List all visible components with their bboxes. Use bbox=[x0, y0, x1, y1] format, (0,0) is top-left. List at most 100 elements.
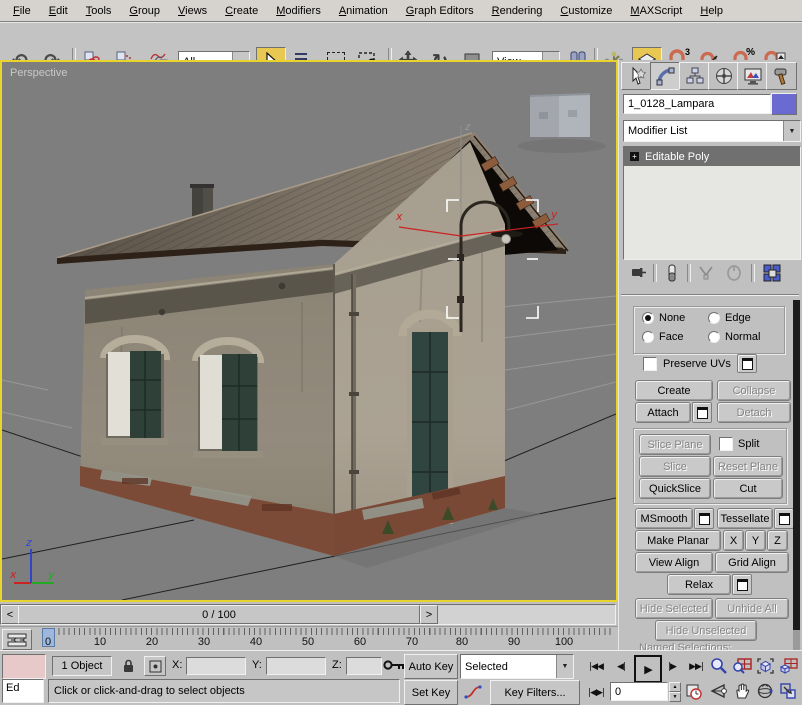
menu-animation[interactable]: Animation bbox=[330, 3, 397, 19]
tab-motion[interactable] bbox=[708, 62, 739, 90]
radio-normal-dot[interactable] bbox=[708, 331, 720, 343]
slice-button[interactable]: Slice bbox=[639, 456, 711, 477]
play-button[interactable]: ▶ bbox=[634, 655, 662, 683]
preserve-uvs-settings-button[interactable] bbox=[737, 354, 757, 373]
menu-rendering[interactable]: Rendering bbox=[483, 3, 552, 19]
radio-face-dot[interactable] bbox=[642, 331, 654, 343]
field-of-view-button[interactable] bbox=[708, 679, 730, 703]
object-color-swatch[interactable] bbox=[771, 93, 797, 115]
go-to-start-button[interactable]: |◀◀ bbox=[584, 658, 608, 676]
menu-group[interactable]: Group bbox=[120, 3, 169, 19]
track-bar-ruler[interactable]: 0 10 20 30 40 50 60 70 80 90 100 bbox=[34, 628, 614, 650]
set-keys-button[interactable] bbox=[382, 653, 406, 677]
dropdown-arrow-icon[interactable]: ▼ bbox=[783, 121, 800, 141]
tab-hierarchy[interactable] bbox=[679, 62, 710, 90]
zoom-button[interactable] bbox=[708, 654, 730, 678]
previous-frame-button[interactable]: ◀| bbox=[611, 658, 631, 676]
quickslice-button[interactable]: QuickSlice bbox=[639, 478, 711, 499]
x-coord-field[interactable] bbox=[186, 657, 246, 675]
show-end-result-button[interactable] bbox=[661, 262, 683, 284]
relax-settings-button[interactable] bbox=[732, 574, 752, 595]
cut-button[interactable]: Cut bbox=[713, 478, 783, 499]
make-planar-y-button[interactable]: Y bbox=[745, 530, 766, 551]
zoom-all-button[interactable] bbox=[731, 654, 753, 678]
spinner-down-icon[interactable]: ▼ bbox=[669, 692, 681, 702]
zoom-extents-button[interactable] bbox=[754, 654, 776, 678]
default-tangents-button[interactable] bbox=[460, 680, 486, 703]
radio-normal[interactable]: Normal bbox=[708, 331, 760, 343]
view-align-button[interactable]: View Align bbox=[635, 552, 713, 573]
window-left-2[interactable] bbox=[193, 341, 263, 458]
msmooth-settings-button[interactable] bbox=[694, 508, 714, 529]
selection-set-dropdown[interactable]: Selected ▼ bbox=[460, 654, 574, 679]
arc-rotate-button[interactable] bbox=[754, 679, 776, 703]
modifier-stack[interactable]: + Editable Poly bbox=[623, 146, 801, 260]
hide-selected-button[interactable]: Hide Selected bbox=[635, 598, 713, 619]
maxscript-listener-pane[interactable]: Ed bbox=[2, 679, 44, 703]
z-coord-field[interactable] bbox=[346, 657, 382, 675]
absolute-offset-toggle[interactable] bbox=[144, 656, 166, 676]
menu-edit[interactable]: Edit bbox=[40, 3, 77, 19]
tab-create[interactable] bbox=[621, 62, 652, 90]
collapse-button[interactable]: Collapse bbox=[717, 380, 791, 401]
tab-utilities[interactable] bbox=[766, 62, 797, 90]
menu-graph-editors[interactable]: Graph Editors bbox=[397, 3, 483, 19]
tab-display[interactable] bbox=[737, 62, 768, 90]
zoom-extents-all-button[interactable] bbox=[777, 654, 799, 678]
next-frame-button[interactable]: |▶ bbox=[662, 658, 682, 676]
key-mode-toggle-button[interactable]: |◀▶| bbox=[584, 684, 608, 702]
radio-edge[interactable]: Edge bbox=[708, 312, 751, 324]
mini-curve-editor-button[interactable] bbox=[2, 629, 32, 650]
create-button[interactable]: Create bbox=[635, 380, 713, 401]
tessellate-button[interactable]: Tessellate bbox=[717, 508, 773, 529]
panel-scrollbar-thumb[interactable] bbox=[793, 300, 800, 630]
menu-customize[interactable]: Customize bbox=[551, 3, 621, 19]
menu-views[interactable]: Views bbox=[169, 3, 216, 19]
object-name-field[interactable]: 1_0128_Lampara bbox=[623, 94, 771, 114]
set-key-button[interactable]: Set Key bbox=[404, 680, 458, 705]
time-slider-next-button[interactable]: > bbox=[420, 605, 438, 624]
menu-maxscript[interactable]: MAXScript bbox=[621, 3, 691, 19]
menu-help[interactable]: Help bbox=[691, 3, 732, 19]
panel-scrollbar[interactable] bbox=[793, 300, 800, 650]
time-slider-prev-button[interactable]: < bbox=[1, 605, 19, 624]
tab-modify[interactable] bbox=[650, 62, 681, 90]
make-planar-x-button[interactable]: X bbox=[723, 530, 744, 551]
menu-file[interactable]: File bbox=[4, 3, 40, 19]
modifier-list-dropdown[interactable]: Modifier List ▼ bbox=[623, 120, 801, 142]
auto-key-button[interactable]: Auto Key bbox=[404, 654, 458, 679]
time-slider-grip[interactable]: 0 / 100 bbox=[18, 605, 420, 624]
make-planar-button[interactable]: Make Planar bbox=[635, 530, 721, 551]
go-to-end-button[interactable]: ▶▶| bbox=[684, 658, 708, 676]
y-coord-field[interactable] bbox=[266, 657, 326, 675]
configure-modifier-sets-button[interactable] bbox=[761, 262, 783, 284]
stack-expand-icon[interactable]: + bbox=[630, 152, 639, 161]
macro-recorder-pane[interactable] bbox=[2, 654, 46, 679]
menu-tools[interactable]: Tools bbox=[77, 3, 121, 19]
tessellate-settings-button[interactable] bbox=[774, 508, 794, 529]
frame-spinner[interactable]: ▲ ▼ bbox=[669, 682, 681, 701]
remove-modifier-button[interactable] bbox=[723, 262, 745, 284]
radio-edge-dot[interactable] bbox=[708, 312, 720, 324]
preserve-uvs-checkbox[interactable] bbox=[643, 357, 657, 371]
selection-lock-button[interactable] bbox=[118, 656, 138, 674]
radio-face[interactable]: Face bbox=[642, 331, 683, 343]
unhide-all-button[interactable]: Unhide All bbox=[715, 598, 789, 619]
grid-align-button[interactable]: Grid Align bbox=[715, 552, 789, 573]
perspective-viewport[interactable]: z x y bbox=[0, 60, 618, 602]
spinner-up-icon[interactable]: ▲ bbox=[669, 682, 681, 692]
pan-button[interactable] bbox=[731, 679, 753, 703]
attach-button[interactable]: Attach bbox=[635, 402, 691, 423]
viewport-label[interactable]: Perspective bbox=[10, 67, 67, 79]
reset-plane-button[interactable]: Reset Plane bbox=[713, 456, 783, 477]
stack-item-editable-poly[interactable]: + Editable Poly bbox=[624, 147, 800, 166]
detach-button[interactable]: Detach bbox=[717, 402, 791, 423]
make-unique-button[interactable] bbox=[695, 262, 717, 284]
menu-modifiers[interactable]: Modifiers bbox=[267, 3, 330, 19]
time-configuration-button[interactable] bbox=[684, 682, 704, 701]
window-left-1[interactable] bbox=[101, 339, 168, 445]
radio-none[interactable]: None bbox=[642, 312, 685, 324]
radio-none-dot[interactable] bbox=[642, 312, 654, 324]
key-filters-button[interactable]: Key Filters... bbox=[490, 680, 580, 705]
split-checkbox[interactable] bbox=[719, 437, 733, 451]
